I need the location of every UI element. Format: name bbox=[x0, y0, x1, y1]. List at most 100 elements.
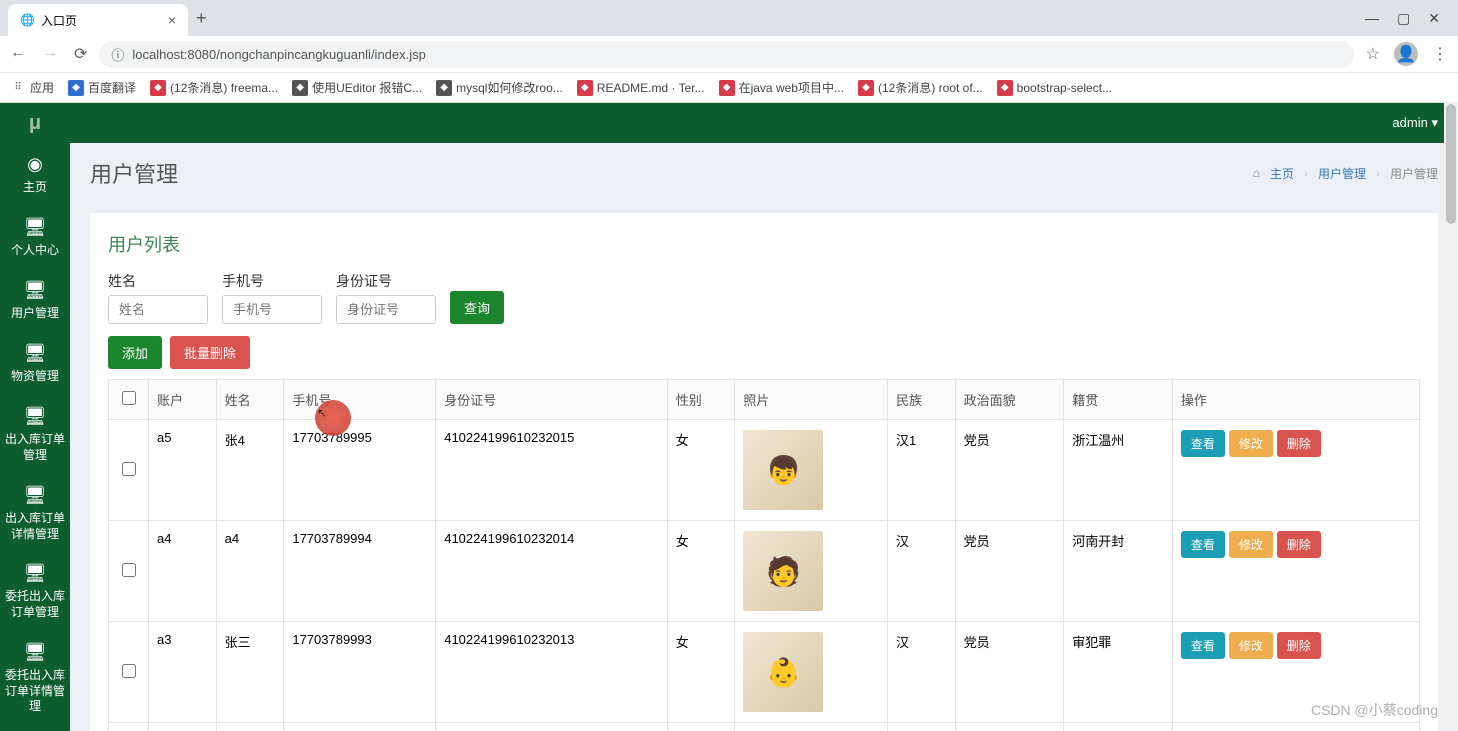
page-header: 用户管理 ⌂ 主页 › 用户管理 › 用户管理 bbox=[70, 143, 1458, 203]
cell-gender: 女 bbox=[667, 420, 735, 521]
bookmark-item[interactable]: ◆mysql如何修改roo... bbox=[436, 79, 563, 96]
cell-origin: 河南开封 bbox=[1064, 521, 1173, 622]
bookmark-item[interactable]: ◆(12条消息) root of... bbox=[858, 79, 983, 96]
sidebar-item[interactable]: 🖥出入库订单管理 bbox=[0, 395, 70, 474]
sidebar-item[interactable]: 🖥个人中心 bbox=[0, 206, 70, 269]
column-header: 操作 bbox=[1172, 380, 1419, 420]
close-window-icon[interactable]: ✕ bbox=[1428, 10, 1440, 27]
cell-politics: 党员 bbox=[955, 622, 1064, 723]
table-row: a4 a4 17703789994 410224199610232014 女 🧑… bbox=[109, 521, 1420, 622]
sidebar-item[interactable]: 🖥物资管理 bbox=[0, 332, 70, 395]
cell-gender: 女 bbox=[667, 521, 735, 622]
cell-name: a4 bbox=[216, 521, 284, 622]
url-input[interactable]: ⓘ localhost:8080/nongchanpincangkuguanli… bbox=[99, 41, 1353, 68]
view-button[interactable]: 查看 bbox=[1181, 430, 1225, 457]
bookmark-item[interactable]: ◆README.md · Ter... bbox=[577, 79, 705, 96]
page-title: 用户管理 bbox=[90, 157, 178, 189]
breadcrumb-mid[interactable]: 用户管理 bbox=[1318, 165, 1366, 182]
add-tab-button[interactable]: + bbox=[196, 8, 207, 29]
sidebar-item[interactable]: ◉主页 bbox=[0, 143, 70, 206]
cell-actions: 查看 修改 删除 bbox=[1172, 521, 1419, 622]
column-header: 籍贯 bbox=[1064, 380, 1173, 420]
cell-idcard: 410224199610232014 bbox=[436, 521, 668, 622]
edit-button[interactable]: 修改 bbox=[1229, 430, 1273, 457]
tab-title: 入口页 bbox=[41, 12, 77, 29]
back-icon[interactable]: ← bbox=[10, 44, 26, 64]
select-all-checkbox[interactable] bbox=[122, 391, 136, 405]
idcard-label: 身份证号 bbox=[336, 271, 436, 291]
topbar: admin ▾ bbox=[70, 103, 1458, 143]
tab-bar: 🌐 入口页 × + — ▢ ✕ bbox=[0, 0, 1458, 36]
cell-photo: 👦 bbox=[735, 420, 888, 521]
cell-name: 张4 bbox=[216, 420, 284, 521]
sidebar-item[interactable]: 🖥留言管理 bbox=[0, 725, 70, 731]
sidebar-item[interactable]: 🖥委托出入库订单详情管理 bbox=[0, 631, 70, 725]
maximize-icon[interactable]: ▢ bbox=[1397, 10, 1410, 27]
user-menu[interactable]: admin ▾ bbox=[1392, 115, 1438, 131]
forward-icon[interactable]: → bbox=[42, 44, 58, 64]
cell-account: a5 bbox=[149, 420, 217, 521]
bookmark-item[interactable]: ◆百度翻译 bbox=[68, 79, 136, 96]
avatar-image: 👦 bbox=[743, 430, 823, 510]
sidebar-item-label: 物资管理 bbox=[11, 369, 59, 385]
edit-button[interactable]: 修改 bbox=[1229, 531, 1273, 558]
bookmark-item[interactable]: ◆bootstrap-select... bbox=[997, 79, 1112, 96]
reload-icon[interactable]: ⟳ bbox=[74, 44, 87, 64]
minimize-icon[interactable]: — bbox=[1365, 10, 1379, 27]
view-button[interactable]: 查看 bbox=[1181, 531, 1225, 558]
column-header: 性别 bbox=[667, 380, 735, 420]
scrollbar[interactable] bbox=[1444, 102, 1458, 730]
add-button[interactable]: 添加 bbox=[108, 336, 162, 369]
row-checkbox[interactable] bbox=[122, 462, 136, 476]
phone-input[interactable] bbox=[222, 295, 322, 324]
row-checkbox[interactable] bbox=[122, 664, 136, 678]
watermark: CSDN @小蔡coding bbox=[1311, 700, 1438, 720]
sidebar-item[interactable]: 🖥出入库订单详情管理 bbox=[0, 474, 70, 553]
monitor-icon: 🖥 bbox=[24, 562, 47, 585]
row-checkbox[interactable] bbox=[122, 563, 136, 577]
bookmark-item[interactable]: ◆使用UEditor 报错C... bbox=[292, 79, 422, 96]
user-table: 账户姓名手机号身份证号性别照片民族政治面貌籍贯操作 a5 张4 17703789… bbox=[108, 379, 1420, 731]
cell-account: a4 bbox=[149, 521, 217, 622]
apps-icon[interactable]: ⠿ 应用 bbox=[10, 79, 54, 96]
delete-button[interactable]: 删除 bbox=[1277, 531, 1321, 558]
cell-idcard: 410224199610232015 bbox=[436, 420, 668, 521]
sidebar-item-label: 委托出入库订单详情管理 bbox=[4, 668, 66, 715]
delete-button[interactable]: 删除 bbox=[1277, 430, 1321, 457]
panel-title: 用户列表 bbox=[108, 231, 1420, 257]
home-icon: ⌂ bbox=[1253, 166, 1260, 180]
bookmark-item[interactable]: ◆在java web项目中... bbox=[719, 79, 844, 96]
name-input[interactable] bbox=[108, 295, 208, 324]
batch-delete-button[interactable]: 批量删除 bbox=[170, 336, 250, 369]
idcard-input[interactable] bbox=[336, 295, 436, 324]
star-icon[interactable]: ☆ bbox=[1366, 44, 1380, 64]
profile-icon[interactable]: 👤 bbox=[1394, 42, 1418, 66]
menu-icon[interactable]: ⋮ bbox=[1432, 44, 1448, 64]
column-header: 账户 bbox=[149, 380, 217, 420]
bookmark-item[interactable]: ◆(12条消息) freema... bbox=[150, 79, 278, 96]
browser-tab[interactable]: 🌐 入口页 × bbox=[8, 4, 188, 36]
column-header: 姓名 bbox=[216, 380, 284, 420]
cell-photo: 🧑 bbox=[735, 521, 888, 622]
close-icon[interactable]: × bbox=[168, 12, 176, 28]
monitor-icon: 🖥 bbox=[24, 484, 47, 507]
monitor-icon: ◉ bbox=[27, 153, 43, 176]
search-button[interactable]: 查询 bbox=[450, 291, 504, 324]
cell-phone: 17703789995 bbox=[284, 420, 436, 521]
sidebar-item[interactable]: 🖥 委托出入库订单管理 bbox=[0, 552, 70, 631]
sidebar-item-label: 委托出入库订单管理 bbox=[4, 589, 66, 620]
cell-ethnic: 汉1 bbox=[888, 420, 956, 521]
breadcrumb-home[interactable]: 主页 bbox=[1270, 165, 1294, 182]
cell-gender: 女 bbox=[667, 622, 735, 723]
breadcrumb: ⌂ 主页 › 用户管理 › 用户管理 bbox=[1253, 165, 1438, 182]
edit-button[interactable]: 修改 bbox=[1229, 632, 1273, 659]
cell-idcard: 410224199610232013 bbox=[436, 622, 668, 723]
column-header: 身份证号 bbox=[436, 380, 668, 420]
view-button[interactable]: 查看 bbox=[1181, 632, 1225, 659]
column-header: 手机号 bbox=[284, 380, 436, 420]
column-header: 民族 bbox=[888, 380, 956, 420]
sidebar-item[interactable]: 🖥用户管理 bbox=[0, 269, 70, 332]
address-bar: ← → ⟳ ⓘ localhost:8080/nongchanpincangku… bbox=[0, 36, 1458, 72]
avatar-image: 👶 bbox=[743, 632, 823, 712]
delete-button[interactable]: 删除 bbox=[1277, 632, 1321, 659]
